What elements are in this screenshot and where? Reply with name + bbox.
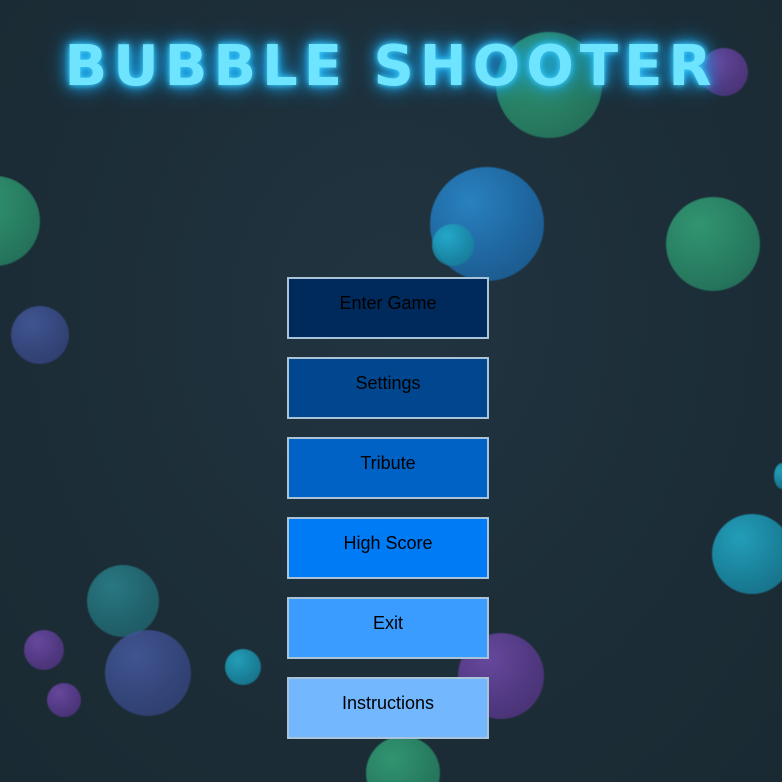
- high-score-button[interactable]: High Score: [287, 517, 489, 579]
- background-bubble: [105, 630, 191, 716]
- background-bubble: [0, 176, 40, 266]
- enter-game-button[interactable]: Enter Game: [287, 277, 489, 339]
- background-bubble: [774, 463, 782, 489]
- game-background: BUBBLE SHOOTER Enter Game Settings Tribu…: [0, 0, 782, 782]
- background-bubble: [432, 224, 474, 266]
- background-bubble: [11, 306, 69, 364]
- instructions-button[interactable]: Instructions: [287, 677, 489, 739]
- background-bubble: [666, 197, 760, 291]
- background-bubble: [87, 565, 159, 637]
- game-title: BUBBLE SHOOTER: [64, 34, 718, 99]
- main-menu: Enter Game Settings Tribute High Score E…: [287, 277, 489, 757]
- background-bubble: [225, 649, 261, 685]
- tribute-button[interactable]: Tribute: [287, 437, 489, 499]
- background-bubble: [47, 683, 81, 717]
- exit-button[interactable]: Exit: [287, 597, 489, 659]
- settings-button[interactable]: Settings: [287, 357, 489, 419]
- background-bubble: [712, 514, 782, 594]
- background-bubble: [24, 630, 64, 670]
